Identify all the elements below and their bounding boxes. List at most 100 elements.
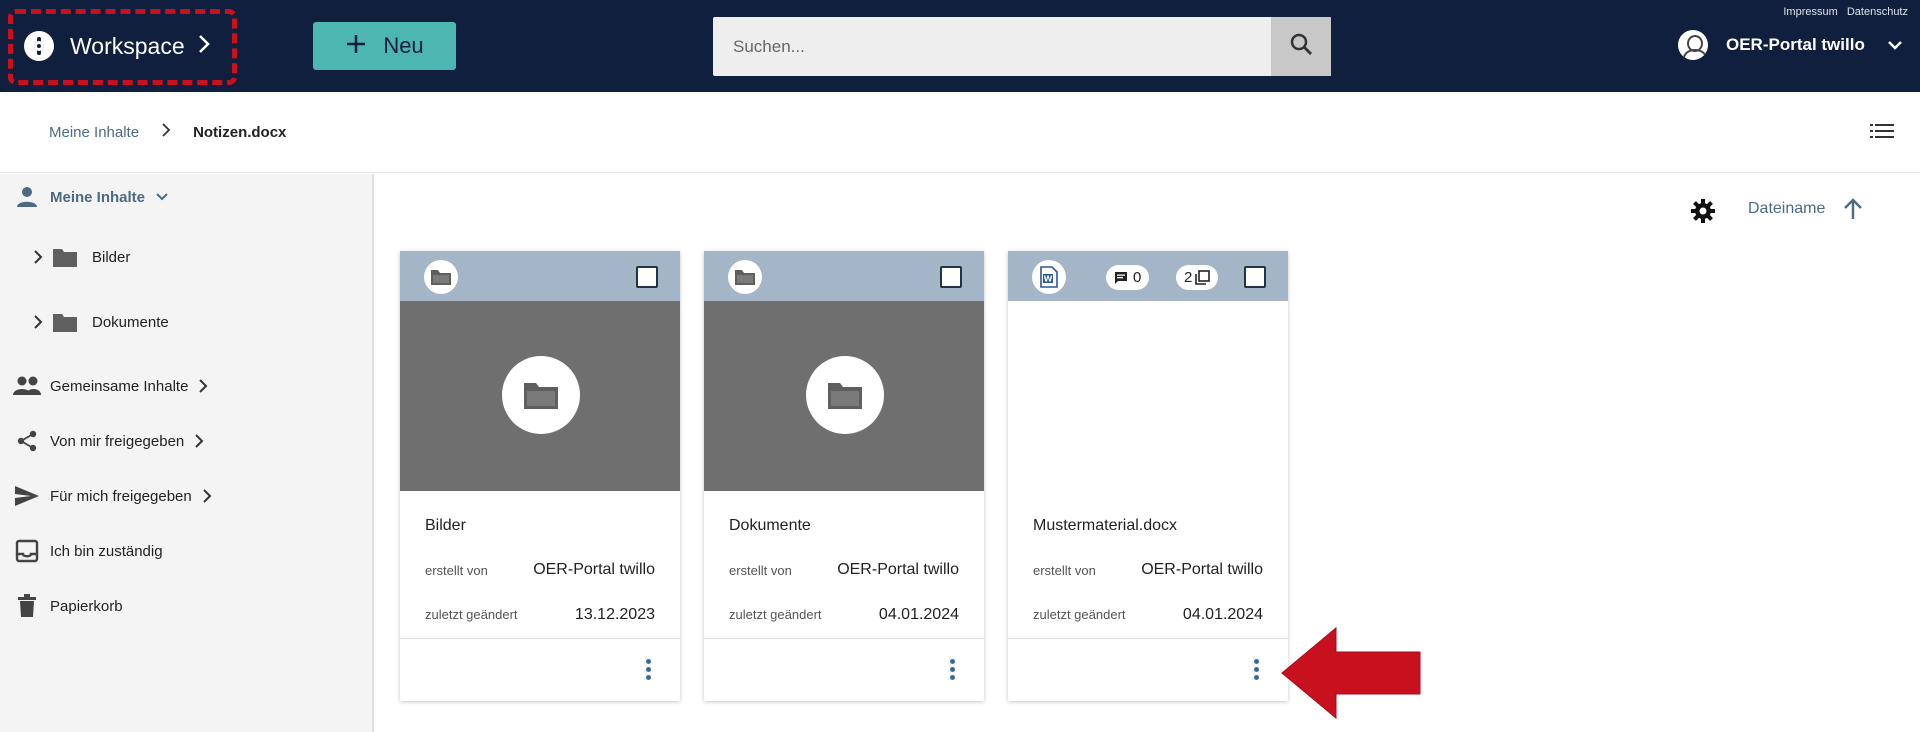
- workspace-label: Workspace: [70, 32, 185, 59]
- chevron-right-icon: [161, 123, 171, 142]
- card-preview: [704, 301, 984, 491]
- search-button[interactable]: [1271, 17, 1331, 76]
- file-card-dokumente[interactable]: Dokumente erstellt von OER-Portal twillo…: [704, 251, 984, 701]
- card-header: [400, 251, 680, 301]
- card-header: W 0 2: [1008, 251, 1288, 301]
- breadcrumb: Meine Inhalte Notizen.docx: [49, 123, 286, 142]
- workspace-button[interactable]: Workspace: [24, 26, 211, 66]
- impressum-link[interactable]: Impressum: [1783, 6, 1837, 18]
- created-by-value: OER-Portal twillo: [533, 561, 655, 578]
- more-options-icon[interactable]: [644, 659, 652, 683]
- card-preview: [1008, 301, 1288, 491]
- sidebar-subfolder-bilder[interactable]: Bilder: [32, 246, 130, 268]
- list-view-icon: [1870, 124, 1894, 144]
- chevron-right-icon: [32, 248, 44, 266]
- file-card-mustermaterial[interactable]: W 0 2 Mustermaterial.docx erstellt von O…: [1008, 251, 1288, 701]
- card-footer: [400, 638, 680, 701]
- sort-direction-button[interactable]: [1842, 197, 1864, 226]
- annotation-arrow-icon: [1276, 624, 1426, 727]
- search-bar: [713, 17, 1331, 76]
- sidebar-item-label: Meine Inhalte: [50, 188, 146, 206]
- chevron-right-icon: [197, 33, 211, 60]
- user-menu[interactable]: OER-Portal twillo: [1678, 30, 1903, 60]
- subfolder-label: Dokumente: [92, 313, 169, 331]
- share-icon: [12, 428, 42, 454]
- send-icon: [12, 483, 42, 509]
- folder-icon: [424, 260, 458, 294]
- workspace-logo-icon: [24, 31, 54, 61]
- sidebar: Meine Inhalte Bilder Dokumente Gemeinsam…: [0, 174, 374, 732]
- chevron-right-icon: [32, 313, 44, 331]
- chevron-down-icon: [1887, 35, 1903, 55]
- datenschutz-link[interactable]: Datenschutz: [1847, 6, 1908, 18]
- select-checkbox[interactable]: [1244, 266, 1266, 288]
- folder-icon: [52, 246, 78, 268]
- modified-value: 04.01.2024: [878, 606, 959, 623]
- settings-button[interactable]: [1690, 198, 1716, 229]
- comments-count: 0: [1133, 269, 1142, 286]
- more-options-icon[interactable]: [948, 659, 956, 683]
- select-checkbox[interactable]: [636, 266, 658, 288]
- new-button[interactable]: Neu: [313, 22, 456, 70]
- new-button-label: Neu: [383, 33, 424, 58]
- gear-icon: [1690, 199, 1716, 228]
- more-options-icon[interactable]: [1252, 659, 1260, 683]
- subfolder-label: Bilder: [92, 248, 131, 266]
- modified-label: zuletzt geändert: [729, 607, 822, 622]
- select-checkbox[interactable]: [940, 266, 962, 288]
- card-title: Bilder: [425, 517, 466, 534]
- search-input[interactable]: [713, 17, 1271, 76]
- chevron-right-icon: [198, 378, 208, 394]
- top-header: Impressum Datenschutz Workspace Neu OER-…: [0, 0, 1920, 92]
- versions-badge[interactable]: 2: [1176, 265, 1219, 290]
- card-preview: [400, 301, 680, 491]
- sidebar-item-fuer-mich-freigegeben[interactable]: Für mich freigegeben: [12, 483, 212, 509]
- plus-icon: [345, 31, 367, 61]
- card-footer: [1008, 638, 1288, 701]
- created-by-value: OER-Portal twillo: [1141, 561, 1263, 578]
- chevron-down-icon: [155, 192, 169, 202]
- list-view-toggle[interactable]: [1870, 122, 1894, 145]
- modified-value: 04.01.2024: [1182, 606, 1263, 623]
- folder-icon: [502, 356, 580, 434]
- card-title: Dokumente: [729, 517, 811, 534]
- sidebar-item-ich-bin-zustaendig[interactable]: Ich bin zuständig: [12, 538, 163, 564]
- folder-icon: [52, 311, 78, 333]
- created-by-label: erstellt von: [729, 563, 792, 578]
- sidebar-item-meine-inhalte[interactable]: Meine Inhalte: [12, 184, 169, 210]
- breadcrumb-item-current: Notizen.docx: [193, 124, 287, 141]
- breadcrumb-item-meine-inhalte[interactable]: Meine Inhalte: [49, 124, 139, 141]
- svg-text:W: W: [1044, 275, 1053, 284]
- created-by-label: erstellt von: [425, 563, 488, 578]
- created-by-value: OER-Portal twillo: [837, 561, 959, 578]
- modified-value: 13.12.2023: [574, 606, 655, 623]
- sidebar-item-gemeinsame-inhalte[interactable]: Gemeinsame Inhalte: [12, 373, 208, 399]
- modified-label: zuletzt geändert: [1033, 607, 1126, 622]
- sidebar-subfolder-dokumente[interactable]: Dokumente: [32, 311, 169, 333]
- versions-count: 2: [1184, 269, 1193, 286]
- created-by-label: erstellt von: [1033, 563, 1096, 578]
- legal-links: Impressum Datenschutz: [1777, 6, 1908, 18]
- comment-icon: [1115, 271, 1127, 284]
- modified-label: zuletzt geändert: [425, 607, 518, 622]
- sidebar-item-papierkorb[interactable]: Papierkorb: [12, 593, 123, 619]
- card-title: Mustermaterial.docx: [1033, 517, 1178, 534]
- sort-field-button[interactable]: Dateiname: [1748, 200, 1825, 218]
- sidebar-item-von-mir-freigegeben[interactable]: Von mir freigegeben: [12, 428, 204, 454]
- collection-icon: [1195, 270, 1211, 285]
- card-header: [704, 251, 984, 301]
- chevron-right-icon: [194, 433, 204, 449]
- folder-icon: [806, 356, 884, 434]
- comments-badge[interactable]: 0: [1106, 265, 1150, 290]
- file-card-bilder[interactable]: Bilder erstellt von OER-Portal twillo zu…: [400, 251, 680, 701]
- people-icon: [12, 373, 42, 399]
- person-icon: [12, 184, 42, 210]
- word-doc-icon: W: [1032, 260, 1066, 294]
- sidebar-item-label: Für mich freigegeben: [50, 487, 192, 505]
- sidebar-item-label: Papierkorb: [50, 597, 123, 615]
- search-icon: [1289, 32, 1313, 61]
- trash-icon: [12, 593, 42, 619]
- sidebar-item-label: Gemeinsame Inhalte: [50, 377, 189, 395]
- avatar: [1678, 30, 1708, 60]
- sidebar-item-label: Von mir freigegeben: [50, 432, 185, 450]
